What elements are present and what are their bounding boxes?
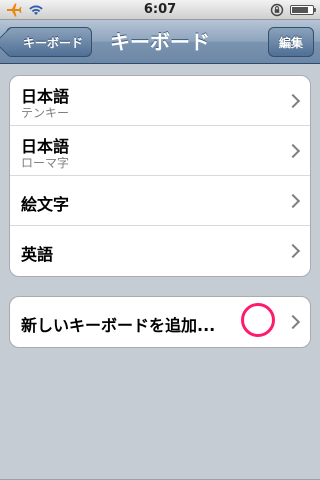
chevron-right-icon <box>285 314 301 330</box>
navigation-bar: キーボード キーボード 編集 <box>0 20 320 64</box>
chevron-right-icon <box>285 143 301 158</box>
add-keyboard-label: 新しいキーボードを追加... <box>21 316 216 335</box>
keyboard-subtitle: ローマ字 <box>21 156 70 170</box>
highlight-circle <box>241 303 275 337</box>
back-button-label: キーボード <box>23 36 84 50</box>
keyboard-list: 日本語 テンキー 日本語 ローマ字 絵文字 英語 <box>9 75 311 277</box>
edit-button[interactable]: 編集 <box>268 27 314 57</box>
keyboard-title: 英語 <box>21 245 54 264</box>
chevron-right-icon <box>285 243 301 259</box>
status-right <box>270 2 316 18</box>
keyboard-row-emoji[interactable]: 絵文字 <box>10 176 310 226</box>
keyboard-subtitle: テンキー <box>21 106 70 120</box>
battery-icon <box>290 5 316 15</box>
chevron-right-icon <box>285 193 301 208</box>
keyboard-row-japanese-romaji[interactable]: 日本語 ローマ字 <box>10 126 310 176</box>
keyboard-title: 絵文字 <box>21 195 70 214</box>
keyboard-row-japanese-tenkey[interactable]: 日本語 テンキー <box>10 76 310 126</box>
rotation-lock-icon <box>270 3 284 17</box>
status-bar: 6:07 <box>0 0 320 20</box>
battery-level <box>292 7 308 13</box>
chevron-right-icon <box>285 93 301 108</box>
back-button[interactable]: キーボード <box>6 27 93 57</box>
keyboard-row-english[interactable]: 英語 <box>10 226 310 276</box>
